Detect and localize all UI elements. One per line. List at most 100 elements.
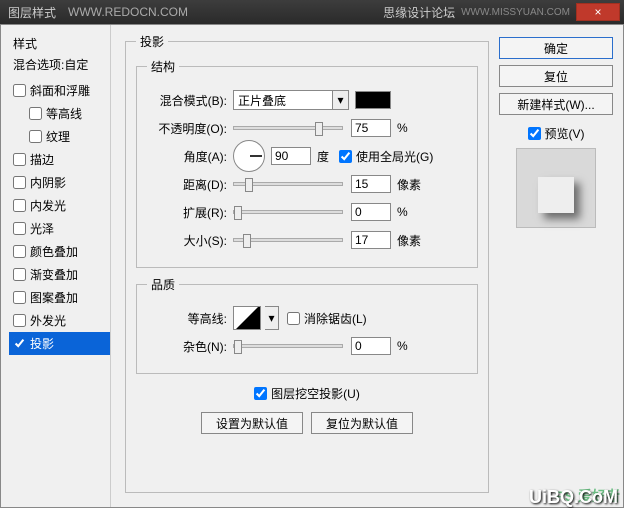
sidebar-blend-options[interactable]: 混合选项:自定: [9, 54, 110, 75]
spread-row: 扩展(R): %: [147, 201, 467, 223]
angle-row: 角度(A): 度 使用全局光(G): [147, 145, 467, 167]
size-input[interactable]: [351, 231, 391, 249]
content-area: 投影 结构 混合模式(B): 正片叠底 ▾ 不透明度(O): %: [111, 25, 499, 507]
sidebar-item-checkbox[interactable]: [13, 84, 26, 97]
distance-input[interactable]: [351, 175, 391, 193]
sidebar-header[interactable]: 样式: [9, 33, 110, 54]
sidebar-item-label: 渐变叠加: [30, 266, 78, 283]
size-slider[interactable]: [233, 238, 343, 242]
antialias-input[interactable]: [287, 312, 300, 325]
antialias-checkbox[interactable]: 消除锯齿(L): [287, 310, 367, 327]
angle-dial[interactable]: [233, 140, 265, 172]
styles-sidebar: 样式 混合选项:自定 斜面和浮雕等高线纹理描边内阴影内发光光泽颜色叠加渐变叠加图…: [1, 25, 111, 507]
new-style-button[interactable]: 新建样式(W)...: [499, 93, 613, 115]
contour-picker[interactable]: [233, 306, 261, 330]
opacity-unit: %: [397, 121, 408, 135]
sidebar-item[interactable]: 内阴影: [9, 171, 110, 194]
sidebar-item-checkbox[interactable]: [13, 245, 26, 258]
knockout-label: 图层挖空投影(U): [271, 385, 360, 402]
noise-row: 杂色(N): %: [147, 335, 467, 357]
opacity-slider[interactable]: [233, 126, 343, 130]
noise-input[interactable]: [351, 337, 391, 355]
knockout-row: 图层挖空投影(U): [136, 382, 478, 404]
blend-mode-row: 混合模式(B): 正片叠底 ▾: [147, 89, 467, 111]
chevron-down-icon[interactable]: ▾: [333, 90, 349, 110]
distance-slider[interactable]: [233, 182, 343, 186]
sidebar-item-label: 外发光: [30, 312, 66, 329]
angle-unit: 度: [317, 148, 329, 165]
sidebar-item-checkbox[interactable]: [13, 291, 26, 304]
sidebar-item[interactable]: 描边: [9, 148, 110, 171]
blend-mode-label: 混合模式(B):: [147, 92, 227, 109]
sidebar-item[interactable]: 颜色叠加: [9, 240, 110, 263]
sidebar-item-checkbox[interactable]: [13, 268, 26, 281]
preview-area: 预览(V): [499, 125, 613, 228]
titlebar-forum: 思缘设计论坛: [383, 4, 455, 21]
sidebar-item-checkbox[interactable]: [13, 314, 26, 327]
size-unit: 像素: [397, 232, 421, 249]
spread-slider[interactable]: [233, 210, 343, 214]
spread-input[interactable]: [351, 203, 391, 221]
reset-button[interactable]: 复位: [499, 65, 613, 87]
sidebar-item[interactable]: 光泽: [9, 217, 110, 240]
sidebar-item-label: 斜面和浮雕: [30, 82, 90, 99]
sidebar-item[interactable]: 等高线: [9, 102, 110, 125]
sidebar-item[interactable]: 图案叠加: [9, 286, 110, 309]
preview-thumbnail: [516, 148, 596, 228]
opacity-input[interactable]: [351, 119, 391, 137]
sidebar-item-checkbox[interactable]: [13, 222, 26, 235]
ok-button[interactable]: 确定: [499, 37, 613, 59]
sidebar-item[interactable]: 外发光: [9, 309, 110, 332]
noise-unit: %: [397, 339, 408, 353]
opacity-row: 不透明度(O): %: [147, 117, 467, 139]
contour-row: 等高线: ▾ 消除锯齿(L): [147, 307, 467, 329]
sidebar-item-checkbox[interactable]: [29, 107, 42, 120]
set-default-button[interactable]: 设置为默认值: [201, 412, 303, 434]
knockout-checkbox[interactable]: 图层挖空投影(U): [254, 385, 360, 402]
sidebar-item-checkbox[interactable]: [13, 199, 26, 212]
distance-label: 距离(D):: [147, 176, 227, 193]
titlebar: 图层样式 WWW.REDOCN.COM 思缘设计论坛 WWW.MISSYUAN.…: [0, 0, 624, 24]
sidebar-item-checkbox[interactable]: [13, 153, 26, 166]
preview-checkbox[interactable]: 预览(V): [528, 125, 585, 142]
window-title: 图层样式: [4, 4, 56, 21]
noise-label: 杂色(N):: [147, 338, 227, 355]
blend-mode-combo[interactable]: 正片叠底 ▾: [233, 90, 349, 110]
sidebar-item[interactable]: 渐变叠加: [9, 263, 110, 286]
size-row: 大小(S): 像素: [147, 229, 467, 251]
preview-inner: [538, 177, 574, 213]
sidebar-item-label: 内发光: [30, 197, 66, 214]
close-button[interactable]: ×: [576, 3, 620, 21]
shadow-color-swatch[interactable]: [355, 91, 391, 109]
main-panel: 样式 混合选项:自定 斜面和浮雕等高线纹理描边内阴影内发光光泽颜色叠加渐变叠加图…: [0, 24, 624, 508]
noise-slider[interactable]: [233, 344, 343, 348]
spread-unit: %: [397, 205, 408, 219]
reset-default-button[interactable]: 复位为默认值: [311, 412, 413, 434]
sidebar-item-label: 纹理: [46, 128, 70, 145]
sidebar-item[interactable]: 纹理: [9, 125, 110, 148]
sidebar-item[interactable]: 投影: [9, 332, 110, 355]
preview-label: 预览(V): [545, 125, 585, 142]
quality-group: 品质 等高线: ▾ 消除锯齿(L) 杂色(N): %: [136, 276, 478, 374]
structure-group: 结构 混合模式(B): 正片叠底 ▾ 不透明度(O): % 角度(: [136, 58, 478, 268]
sidebar-item-checkbox[interactable]: [29, 130, 42, 143]
angle-input[interactable]: [271, 147, 311, 165]
sidebar-item-label: 投影: [30, 335, 54, 352]
preview-input[interactable]: [528, 127, 541, 140]
blend-mode-value: 正片叠底: [238, 92, 286, 109]
global-light-checkbox[interactable]: 使用全局光(G): [339, 148, 433, 165]
size-label: 大小(S):: [147, 232, 227, 249]
sidebar-item-checkbox[interactable]: [13, 176, 26, 189]
defaults-buttons: 设置为默认值 复位为默认值: [136, 412, 478, 434]
chevron-down-icon[interactable]: ▾: [265, 306, 279, 330]
right-column: 确定 复位 新建样式(W)... 预览(V): [499, 25, 623, 507]
global-light-input[interactable]: [339, 150, 352, 163]
sidebar-item-label: 图案叠加: [30, 289, 78, 306]
sidebar-item[interactable]: 内发光: [9, 194, 110, 217]
sidebar-item-label: 等高线: [46, 105, 82, 122]
sidebar-item-label: 内阴影: [30, 174, 66, 191]
sidebar-item-label: 描边: [30, 151, 54, 168]
knockout-input[interactable]: [254, 387, 267, 400]
sidebar-item-checkbox[interactable]: [13, 337, 26, 350]
sidebar-item[interactable]: 斜面和浮雕: [9, 79, 110, 102]
